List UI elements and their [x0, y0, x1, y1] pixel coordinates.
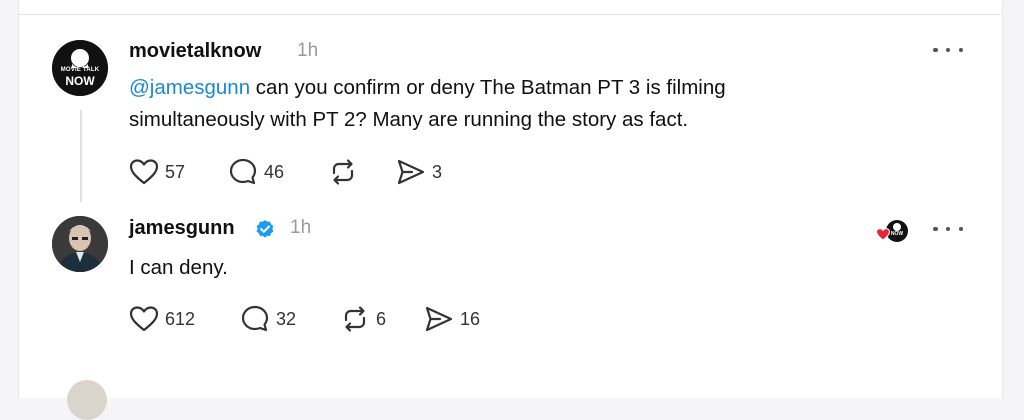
heart-icon [876, 228, 890, 241]
avatar[interactable] [67, 380, 107, 420]
share-button[interactable]: 16 [424, 304, 480, 334]
avatar[interactable]: MOVIE TALK NOW [52, 40, 108, 96]
heart-icon [129, 306, 159, 332]
like-button[interactable]: 612 [129, 304, 195, 334]
thread-line [80, 110, 82, 202]
post-username[interactable]: movietalknow [129, 40, 261, 63]
more-icon[interactable] [933, 222, 963, 236]
share-icon [425, 306, 453, 332]
repost-button[interactable]: 6 [340, 304, 386, 334]
repost-count: 6 [376, 308, 387, 329]
post-username[interactable]: jamesgunn [129, 217, 235, 240]
comment-icon [229, 158, 257, 185]
next-post-card [18, 358, 1003, 420]
avatar-logo-text-bottom: NOW [65, 74, 95, 88]
comment-icon [241, 305, 269, 332]
share-button[interactable]: 3 [396, 157, 442, 187]
share-count: 16 [460, 308, 481, 329]
reply-count: 46 [264, 161, 285, 182]
post-text-line2: simultaneously with PT 2? Many are runni… [129, 108, 689, 131]
post-text-line1: can you confirm or deny The Batman PT 3 … [250, 76, 726, 99]
post-timestamp[interactable]: 1h [290, 217, 311, 239]
top-divider [18, 14, 1001, 15]
verified-badge-icon [256, 220, 274, 238]
avatar[interactable] [52, 216, 108, 272]
liked-by-badge[interactable]: NOW [874, 218, 910, 244]
like-count: 57 [165, 161, 186, 182]
post-text: I can deny. [129, 256, 228, 279]
reply-button[interactable]: 32 [240, 304, 296, 334]
post-text: @jamesgunn can you confirm or deny The B… [129, 72, 959, 136]
more-icon[interactable] [933, 43, 963, 57]
repost-icon [344, 306, 366, 332]
reply-count: 32 [276, 308, 297, 329]
heart-icon [129, 159, 159, 185]
jamesgunn-avatar-photo [52, 216, 108, 272]
reply-button[interactable]: 46 [228, 157, 284, 187]
avatar-logo-text-top: MOVIE TALK [60, 67, 100, 73]
repost-button[interactable] [328, 157, 364, 187]
like-button[interactable]: 57 [129, 157, 185, 187]
repost-icon [332, 159, 354, 185]
like-count: 612 [165, 308, 196, 329]
mention-link[interactable]: @jamesgunn [129, 76, 250, 99]
post-timestamp[interactable]: 1h [297, 40, 318, 62]
share-icon [397, 159, 425, 185]
share-count: 3 [432, 161, 443, 182]
